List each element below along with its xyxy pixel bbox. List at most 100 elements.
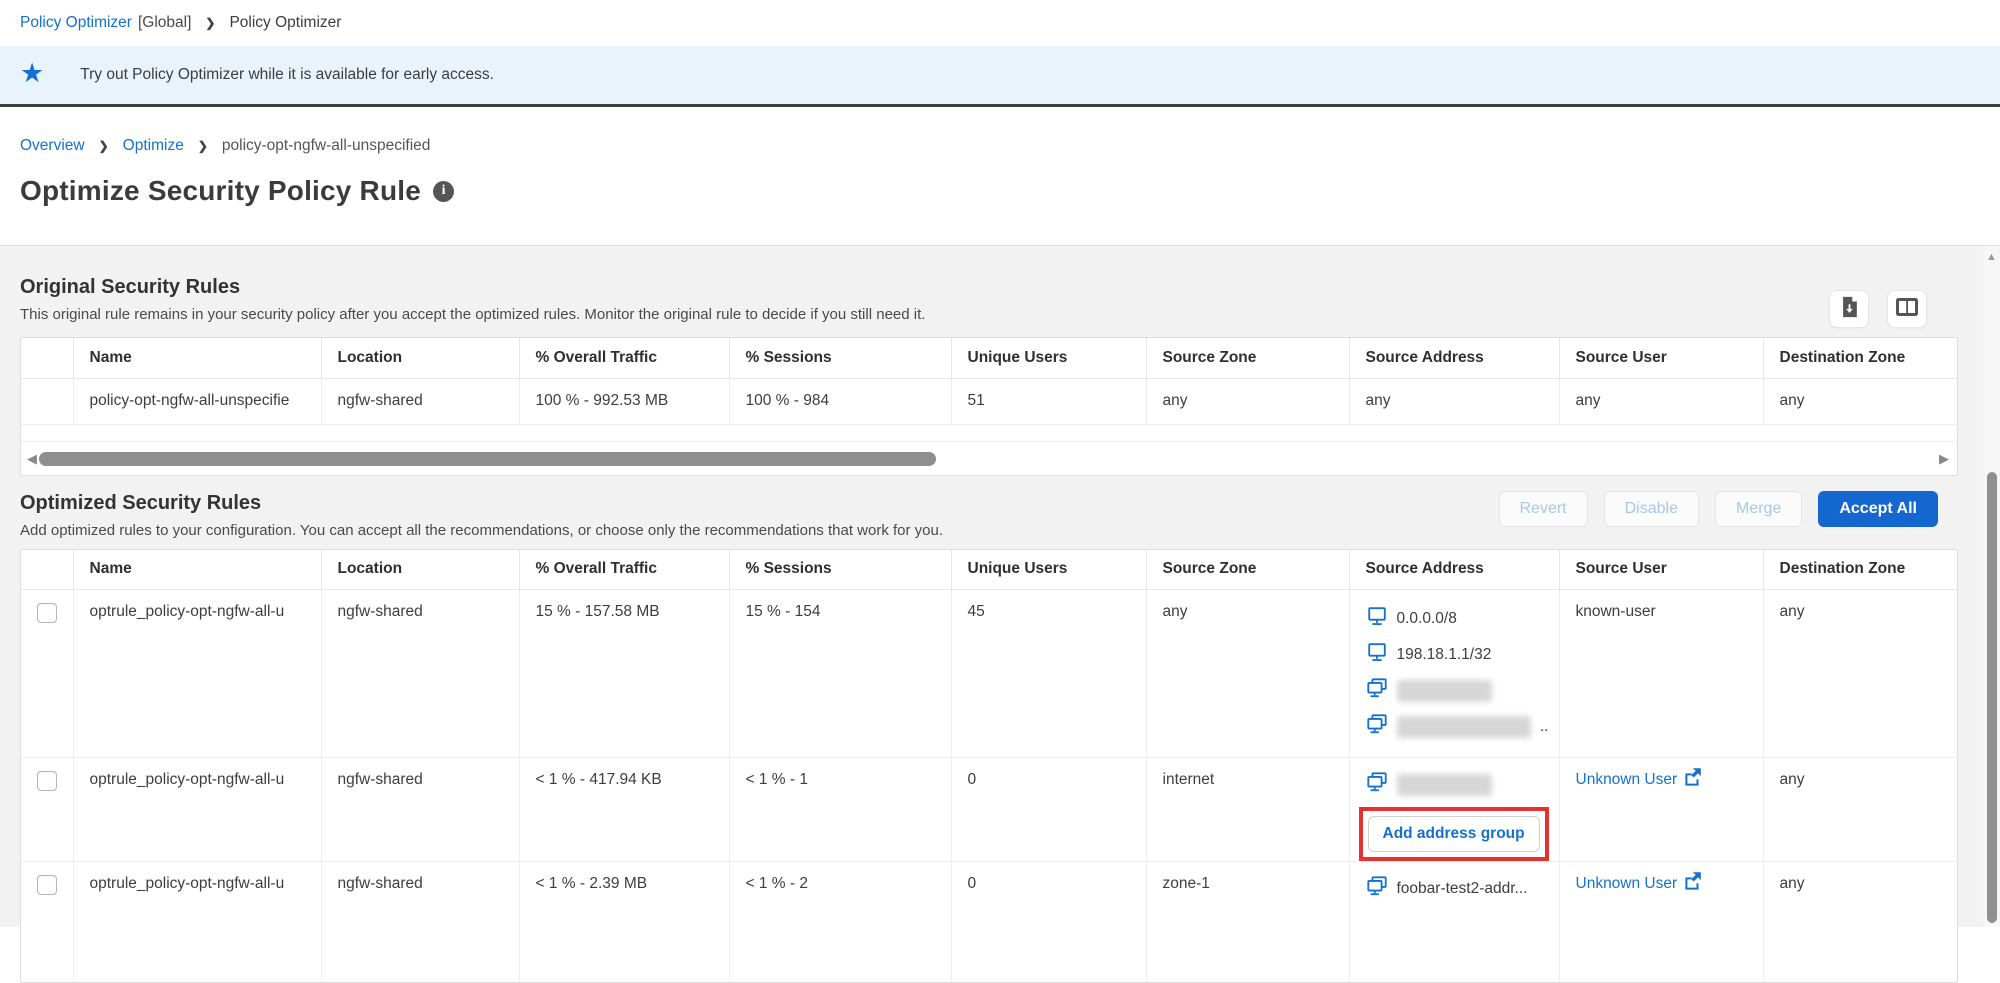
scroll-left-icon[interactable]: ◀ [27,451,37,467]
address-entry: .. [1366,713,1549,740]
overall-traffic-cell: < 1 % - 2.39 MB [519,862,729,982]
export-button[interactable] [1829,290,1869,328]
unique-users-cell: 45 [951,590,1146,758]
location-cell: ngfw-shared [321,378,519,424]
original-rules-section: Original Security Rules This original ru… [20,276,1980,476]
address-group-icon [1366,771,1388,798]
breadcrumb-overview-link[interactable]: Overview [20,137,85,155]
column-header-source-zone[interactable]: Source Zone [1146,338,1349,378]
vertical-scrollbar: ▲ [1983,246,2000,927]
horizontal-scrollbar-thumb[interactable] [39,452,936,466]
source-zone-cell: any [1146,378,1349,424]
select-column-header [21,550,73,590]
unknown-user-link[interactable]: Unknown User [1576,875,1703,895]
overall-traffic-cell: < 1 % - 417.94 KB [519,758,729,862]
column-header-source-user[interactable]: Source User [1559,550,1763,590]
sessions-cell: < 1 % - 1 [729,758,951,862]
column-header-unique-users[interactable]: Unique Users [951,338,1146,378]
source-user-cell: known-user [1559,590,1763,758]
row-checkbox[interactable] [37,771,57,791]
column-header-name[interactable]: Name [73,338,321,378]
column-header-source-address[interactable]: Source Address [1349,550,1559,590]
column-header-destination-zone[interactable]: Destination Zone [1763,550,1959,590]
overall-traffic-cell: 100 % - 992.53 MB [519,378,729,424]
column-header-location[interactable]: Location [321,338,519,378]
vertical-scrollbar-thumb[interactable] [1987,472,1997,923]
address-entry [1366,771,1549,798]
optimized-rule-row: optrule_policy-opt-ngfw-all-u ngfw-share… [21,590,1959,758]
banner-message: Try out Policy Optimizer while it is ava… [80,66,494,84]
redacted-address [1397,680,1492,702]
accept-all-button[interactable]: Accept All [1818,491,1938,527]
source-zone-cell: internet [1146,758,1349,862]
column-header-location[interactable]: Location [321,550,519,590]
column-header-overall-traffic[interactable]: % Overall Traffic [519,338,729,378]
column-header-sessions[interactable]: % Sessions [729,550,951,590]
disable-button[interactable]: Disable [1604,491,1699,527]
column-header-source-user[interactable]: Source User [1559,338,1763,378]
star-icon: ★ [20,60,44,87]
original-rules-title: Original Security Rules [20,276,1980,299]
row-select-cell [21,378,73,424]
redacted-address [1397,774,1492,796]
address-group-icon [1366,713,1388,740]
destination-zone-cell: any [1763,758,1959,862]
address-icon [1366,641,1388,668]
early-access-banner: ★ Try out Policy Optimizer while it is a… [0,46,2000,107]
row-select-cell [21,590,73,758]
address-label: 0.0.0.0/8 [1397,610,1457,628]
source-address-cell: any [1349,378,1559,424]
add-address-group-button[interactable]: Add address group [1368,816,1540,852]
optimized-rule-row: optrule_policy-opt-ngfw-all-u ngfw-share… [21,758,1959,862]
top-breadcrumb-scope: [Global] [138,14,191,32]
column-header-overall-traffic[interactable]: % Overall Traffic [519,550,729,590]
column-header-destination-zone[interactable]: Destination Zone [1763,338,1959,378]
address-entry: 198.18.1.1/32 [1366,641,1549,668]
top-breadcrumb: Policy Optimizer [Global] ❯ Policy Optim… [0,0,2000,46]
column-header-sessions[interactable]: % Sessions [729,338,951,378]
row-checkbox[interactable] [37,875,57,895]
top-breadcrumb-root-link[interactable]: Policy Optimizer [20,14,132,32]
source-address-cell: 0.0.0.0/8 198.18.1.1/32 [1349,590,1559,758]
info-icon[interactable]: i [433,181,454,202]
row-checkbox[interactable] [37,603,57,623]
external-link-icon [1683,875,1702,895]
unique-users-cell: 0 [951,862,1146,982]
unknown-user-link[interactable]: Unknown User [1576,771,1703,791]
original-rules-description: This original rule remains in your secur… [20,306,1980,323]
optimized-rules-toolbar: Revert Disable Merge Accept All [1499,491,1939,527]
original-rule-row: policy-opt-ngfw-all-unspecifie ngfw-shar… [21,378,1959,424]
unique-users-cell: 0 [951,758,1146,862]
address-icon [1366,605,1388,632]
column-header-source-address[interactable]: Source Address [1349,338,1559,378]
horizontal-scrollbar: ◀ ▶ [21,441,1957,475]
address-label: .. [1540,718,1549,736]
scroll-up-icon[interactable]: ▲ [1983,251,2000,263]
source-user-cell: Unknown User [1559,758,1763,862]
page-title: Optimize Security Policy Rule [20,175,421,207]
column-header-unique-users[interactable]: Unique Users [951,550,1146,590]
chevron-right-icon: ❯ [99,139,109,153]
merge-button[interactable]: Merge [1715,491,1802,527]
rule-name-cell: optrule_policy-opt-ngfw-all-u [73,862,321,982]
column-header-name[interactable]: Name [73,550,321,590]
address-group-icon [1366,875,1388,902]
row-select-cell [21,862,73,982]
breadcrumb-optimize-link[interactable]: Optimize [123,137,184,155]
scroll-right-icon[interactable]: ▶ [1939,451,1949,467]
revert-button[interactable]: Revert [1499,491,1588,527]
optimized-rules-table: Name Location % Overall Traffic % Sessio… [20,549,1958,983]
destination-zone-cell: any [1763,590,1959,758]
unique-users-cell: 51 [951,378,1146,424]
destination-zone-cell: any [1763,378,1959,424]
breadcrumb-current: policy-opt-ngfw-all-unspecified [222,137,431,155]
address-entry: 0.0.0.0/8 [1366,605,1549,632]
columns-settings-button[interactable] [1887,290,1927,328]
page-header: Overview ❯ Optimize ❯ policy-opt-ngfw-al… [0,107,2000,207]
external-link-icon [1683,771,1702,791]
chevron-right-icon: ❯ [198,139,208,153]
column-header-source-zone[interactable]: Source Zone [1146,550,1349,590]
chevron-right-icon: ❯ [205,16,215,30]
source-address-cell: Add address group [1349,758,1559,862]
source-zone-cell: zone-1 [1146,862,1349,982]
